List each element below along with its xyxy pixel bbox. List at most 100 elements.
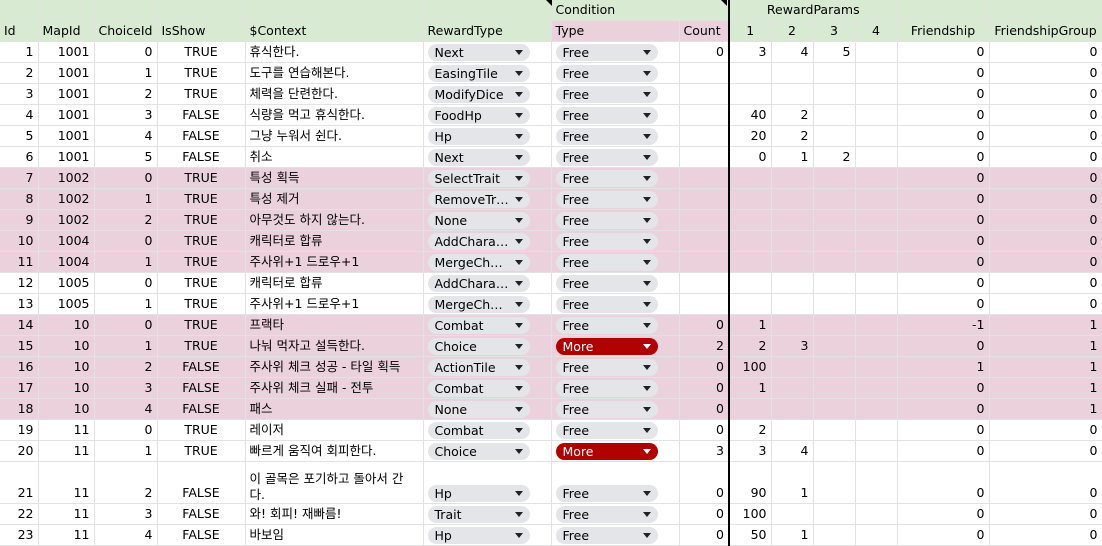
reward-type-dropdown[interactable]: Combat bbox=[427, 422, 530, 439]
reward-type-cell[interactable]: Trait bbox=[423, 503, 552, 525]
condition-type-dropdown[interactable]: Free bbox=[555, 212, 658, 229]
condition-type-dropdown[interactable]: Free bbox=[555, 527, 658, 544]
cell-choiceid[interactable]: 4 bbox=[94, 398, 158, 420]
cell-id[interactable]: 12 bbox=[0, 272, 39, 294]
cell-param-3[interactable] bbox=[813, 104, 856, 126]
condition-type-cell[interactable]: Free bbox=[551, 83, 680, 105]
condition-type-cell[interactable]: Free bbox=[551, 188, 680, 210]
cell-param-4[interactable] bbox=[855, 125, 898, 147]
cell-friendship-group[interactable]: 0 bbox=[989, 41, 1102, 63]
cell-param-1[interactable] bbox=[728, 230, 772, 252]
table-row[interactable]: 10 1004 0 TRUE 캐릭터로 합류 AddCharacter Free 0 0 bbox=[0, 230, 1102, 252]
cell-param-3[interactable] bbox=[813, 461, 856, 504]
col-header-friendship-group[interactable]: FriendshipGroup bbox=[989, 20, 1102, 42]
col-header-param-3[interactable]: 3 bbox=[813, 20, 856, 42]
reward-type-dropdown[interactable]: Trait bbox=[427, 506, 530, 523]
cell-isshow[interactable]: TRUE bbox=[157, 83, 246, 105]
cell-friendship[interactable]: 0 bbox=[897, 146, 990, 168]
cell-param-3[interactable]: 2 bbox=[813, 146, 856, 168]
cell-friendship-group[interactable]: 0 bbox=[989, 251, 1102, 273]
table-row[interactable]: 22 11 3 FALSE 와! 회피! 재빠름! Trait Free 0 100 0 0 bbox=[0, 503, 1102, 525]
reward-type-cell[interactable]: Hp bbox=[423, 461, 552, 504]
cell-friendship[interactable]: 0 bbox=[897, 41, 990, 63]
condition-type-cell[interactable]: Free bbox=[551, 230, 680, 252]
cell-context[interactable]: 프랙타 bbox=[245, 314, 424, 336]
cell-param-2[interactable] bbox=[771, 209, 814, 231]
cell-isshow[interactable]: TRUE bbox=[157, 41, 246, 63]
cell-friendship[interactable]: 0 bbox=[897, 398, 990, 420]
cell-mapid[interactable]: 10 bbox=[38, 377, 95, 399]
cell-friendship[interactable]: 0 bbox=[897, 125, 990, 147]
condition-type-dropdown[interactable]: Free bbox=[555, 128, 658, 145]
cell-context[interactable]: 와! 회피! 재빠름! bbox=[245, 503, 424, 525]
condition-type-dropdown[interactable]: Free bbox=[555, 44, 658, 61]
reward-type-cell[interactable]: Next bbox=[423, 146, 552, 168]
cell-context[interactable]: 나눠 먹자고 설득한다. bbox=[245, 335, 424, 357]
cell-param-4[interactable] bbox=[855, 314, 898, 336]
cell-param-2[interactable] bbox=[771, 377, 814, 399]
condition-type-dropdown[interactable]: Free bbox=[555, 254, 658, 271]
cell-mapid[interactable]: 11 bbox=[38, 419, 95, 441]
cell-friendship-group[interactable]: 1 bbox=[989, 377, 1102, 399]
cell-param-3[interactable] bbox=[813, 398, 856, 420]
cell-choiceid[interactable]: 0 bbox=[94, 272, 158, 294]
cell-id[interactable]: 20 bbox=[0, 440, 39, 462]
condition-type-cell[interactable]: Free bbox=[551, 41, 680, 63]
cell-friendship[interactable]: 0 bbox=[897, 251, 990, 273]
cell-param-4[interactable] bbox=[855, 524, 898, 546]
cell-count[interactable]: 0 bbox=[679, 356, 730, 378]
cell-id[interactable]: 3 bbox=[0, 83, 39, 105]
table-row[interactable]: 2 1001 1 TRUE 도구를 연습해본다. EasingTile Free 0 0 bbox=[0, 62, 1102, 84]
condition-type-cell[interactable]: Free bbox=[551, 503, 680, 525]
cell-count[interactable] bbox=[679, 293, 730, 315]
cell-count[interactable]: 0 bbox=[679, 419, 730, 441]
cell-param-3[interactable] bbox=[813, 377, 856, 399]
cell-isshow[interactable]: FALSE bbox=[157, 503, 246, 525]
cell-choiceid[interactable]: 0 bbox=[94, 41, 158, 63]
table-row[interactable]: 14 10 0 TRUE 프랙타 Combat Free 0 1 -1 1 bbox=[0, 314, 1102, 336]
table-row[interactable]: 17 10 3 FALSE 주사위 체크 실패 - 전투 Combat Free 0 1 0 1 bbox=[0, 377, 1102, 399]
cell-choiceid[interactable]: 2 bbox=[94, 209, 158, 231]
condition-type-cell[interactable]: Free bbox=[551, 293, 680, 315]
reward-type-cell[interactable]: MergeChar… bbox=[423, 251, 552, 273]
col-header-param-1[interactable]: 1 bbox=[728, 20, 772, 42]
table-row[interactable]: 6 1001 5 FALSE 취소 Next Free 0 1 2 0 0 bbox=[0, 146, 1102, 168]
cell-id[interactable]: 21 bbox=[0, 461, 39, 504]
cell-param-1[interactable]: 100 bbox=[728, 503, 772, 525]
cell-count[interactable]: 0 bbox=[679, 524, 730, 546]
reward-type-dropdown[interactable]: SelectTrait bbox=[427, 170, 530, 187]
cell-context[interactable]: 체력을 단련한다. bbox=[245, 83, 424, 105]
reward-type-cell[interactable]: Combat bbox=[423, 377, 552, 399]
cell-param-3[interactable] bbox=[813, 167, 856, 189]
cell-param-4[interactable] bbox=[855, 356, 898, 378]
reward-type-dropdown[interactable]: ActionTile bbox=[427, 359, 530, 376]
cell-friendship[interactable]: -1 bbox=[897, 314, 990, 336]
cell-mapid[interactable]: 10 bbox=[38, 335, 95, 357]
cell-param-3[interactable] bbox=[813, 293, 856, 315]
reward-type-dropdown[interactable]: Hp bbox=[427, 527, 530, 544]
cell-mapid[interactable]: 11 bbox=[38, 440, 95, 462]
cell-choiceid[interactable]: 3 bbox=[94, 503, 158, 525]
table-row[interactable]: 20 11 1 TRUE 빠르게 움직여 회피한다. Choice More 3 3 4 0 0 bbox=[0, 440, 1102, 462]
table-row[interactable]: 1 1001 0 TRUE 휴식한다. Next Free 0 3 4 5 0 0 bbox=[0, 41, 1102, 63]
cell-param-2[interactable] bbox=[771, 251, 814, 273]
cell-param-2[interactable] bbox=[771, 356, 814, 378]
cell-friendship[interactable]: 0 bbox=[897, 209, 990, 231]
condition-type-cell[interactable]: Free bbox=[551, 272, 680, 294]
cell-param-2[interactable] bbox=[771, 62, 814, 84]
cell-context[interactable]: 바보임 bbox=[245, 524, 424, 546]
cell-id[interactable]: 11 bbox=[0, 251, 39, 273]
reward-type-cell[interactable]: RemoveTrait bbox=[423, 188, 552, 210]
cell-count[interactable]: 2 bbox=[679, 335, 730, 357]
cell-friendship-group[interactable]: 0 bbox=[989, 524, 1102, 546]
cell-context[interactable]: 그냥 누워서 쉰다. bbox=[245, 125, 424, 147]
condition-type-cell[interactable]: Free bbox=[551, 524, 680, 546]
table-row[interactable]: 8 1002 1 TRUE 특성 제거 RemoveTrait Free 0 0 bbox=[0, 188, 1102, 210]
condition-type-cell[interactable]: Free bbox=[551, 419, 680, 441]
table-row[interactable]: 16 10 2 FALSE 주사위 체크 성공 - 타일 획득 ActionTile Fre… bbox=[0, 356, 1102, 378]
cell-id[interactable]: 18 bbox=[0, 398, 39, 420]
cell-friendship-group[interactable]: 0 bbox=[989, 503, 1102, 525]
reward-type-cell[interactable]: Combat bbox=[423, 314, 552, 336]
cell-param-3[interactable] bbox=[813, 125, 856, 147]
reward-type-dropdown[interactable]: RemoveTrait bbox=[427, 191, 530, 208]
